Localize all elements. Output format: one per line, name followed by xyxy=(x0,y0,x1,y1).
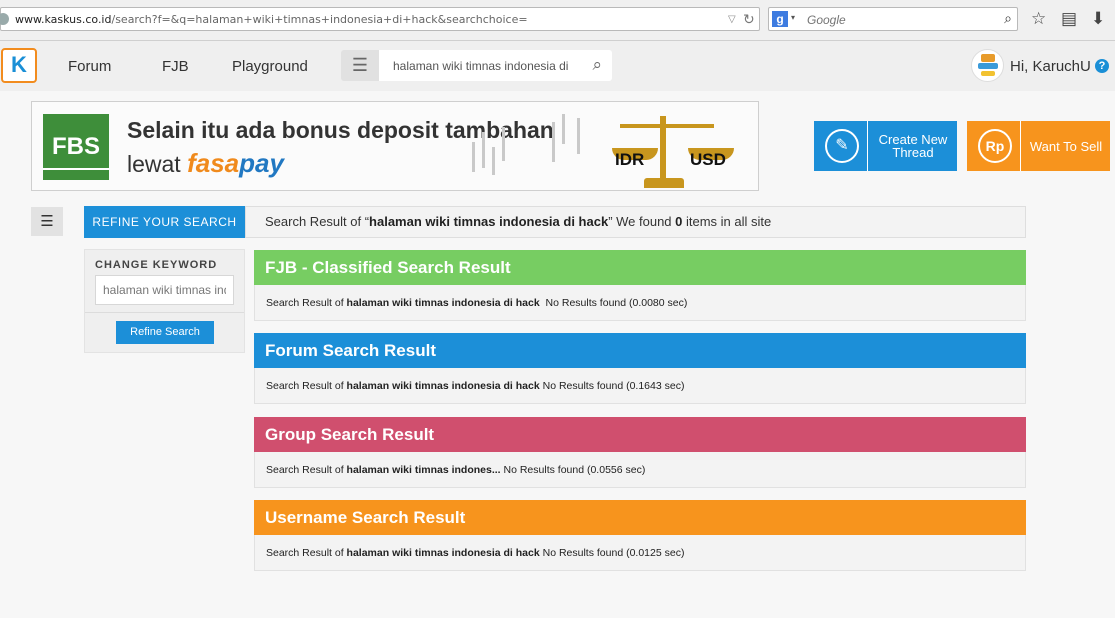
history-dropdown-icon[interactable]: ▽ xyxy=(728,8,736,32)
user-greeting[interactable]: Hi, KaruchU xyxy=(1010,58,1091,75)
result-section-username: Username Search Result Search Result of … xyxy=(254,500,1026,571)
nav-fjb[interactable]: FJB xyxy=(162,58,189,75)
browser-search-box[interactable]: g ▾ ⌕ xyxy=(768,7,1018,31)
result-section-group: Group Search Result Search Result of hal… xyxy=(254,417,1026,488)
site-header: K Forum FJB Playground ☰ ⌕ Hi, KaruchU ? xyxy=(0,41,1115,91)
site-search-box[interactable]: ⌕ xyxy=(379,50,612,81)
address-text[interactable]: www.kaskus.co.id/search?f=&q=halaman+wik… xyxy=(15,8,528,32)
result-title-username[interactable]: Username Search Result xyxy=(254,500,1026,535)
user-avatar[interactable] xyxy=(971,49,1004,82)
result-body-fjb: Search Result of halaman wiki timnas ind… xyxy=(254,285,1026,321)
hamburger-menu-icon[interactable]: ☰ xyxy=(341,50,379,81)
summary-query: halaman wiki timnas indonesia di hack xyxy=(369,214,609,229)
browser-search-input[interactable] xyxy=(805,10,989,30)
site-search-input[interactable] xyxy=(391,56,573,76)
fbs-logo: FBS xyxy=(43,114,109,180)
refine-search-button[interactable]: Refine Search xyxy=(116,321,214,344)
result-title-forum[interactable]: Forum Search Result xyxy=(254,333,1026,368)
address-bar[interactable]: www.kaskus.co.id/search?f=&q=halaman+wik… xyxy=(0,7,760,31)
fasapay-logo: fasapay xyxy=(187,148,284,178)
kaskus-logo[interactable]: K xyxy=(1,48,37,83)
clipboard-icon[interactable]: ▤ xyxy=(1061,9,1077,29)
currency-usd: USD xyxy=(690,150,726,169)
currency-idr: IDR xyxy=(615,150,645,169)
refine-panel: CHANGE KEYWORD Refine Search xyxy=(84,249,245,353)
help-icon[interactable]: ? xyxy=(1095,59,1109,73)
result-title-fjb[interactable]: FJB - Classified Search Result xyxy=(254,250,1026,285)
result-section-forum: Forum Search Result Search Result of hal… xyxy=(254,333,1026,404)
divider xyxy=(85,312,244,313)
result-body-group: Search Result of halaman wiki timnas ind… xyxy=(254,452,1026,488)
reload-icon[interactable]: ↻ xyxy=(743,7,755,31)
rupiah-icon: Rp xyxy=(978,129,1012,163)
nav-forum[interactable]: Forum xyxy=(68,58,111,75)
globe-icon xyxy=(0,13,9,25)
banner-subline: lewat fasapay xyxy=(127,148,284,178)
create-thread-label: Create New Thread xyxy=(878,132,948,160)
change-keyword-label: CHANGE KEYWORD xyxy=(95,259,218,271)
bookmark-star-icon[interactable]: ☆ xyxy=(1031,9,1046,29)
tab-refine-search[interactable]: REFINE YOUR SEARCH xyxy=(84,206,245,238)
search-icon[interactable]: ⌕ xyxy=(592,55,602,75)
want-to-sell-button[interactable]: Rp Want To Sell xyxy=(967,121,1110,171)
result-title-group[interactable]: Group Search Result xyxy=(254,417,1026,452)
pencil-icon: ✎ xyxy=(825,129,859,163)
nav-playground[interactable]: Playground xyxy=(232,58,308,75)
result-body-username: Search Result of halaman wiki timnas ind… xyxy=(254,535,1026,571)
engine-dropdown-icon[interactable]: ▾ xyxy=(791,13,795,22)
sidebar-toggle-icon[interactable]: ☰ xyxy=(31,207,63,236)
want-to-sell-label: Want To Sell xyxy=(1029,139,1103,154)
result-body-forum: Search Result of halaman wiki timnas ind… xyxy=(254,368,1026,404)
google-icon[interactable]: g xyxy=(772,11,788,27)
browser-toolbar: www.kaskus.co.id/search?f=&q=halaman+wik… xyxy=(0,0,1115,41)
search-summary: Search Result of “halaman wiki timnas in… xyxy=(245,206,1026,238)
keyword-input[interactable] xyxy=(95,275,234,305)
banner-headline: Selain itu ada bonus deposit tambahan xyxy=(127,117,554,143)
create-new-thread-button[interactable]: ✎ Create New Thread xyxy=(814,121,957,171)
download-icon[interactable]: ⬇ xyxy=(1091,9,1105,29)
advertisement-banner[interactable]: FBS Selain itu ada bonus deposit tambaha… xyxy=(31,101,759,191)
result-section-fjb: FJB - Classified Search Result Search Re… xyxy=(254,250,1026,321)
browser-search-icon[interactable]: ⌕ xyxy=(1004,10,1012,27)
